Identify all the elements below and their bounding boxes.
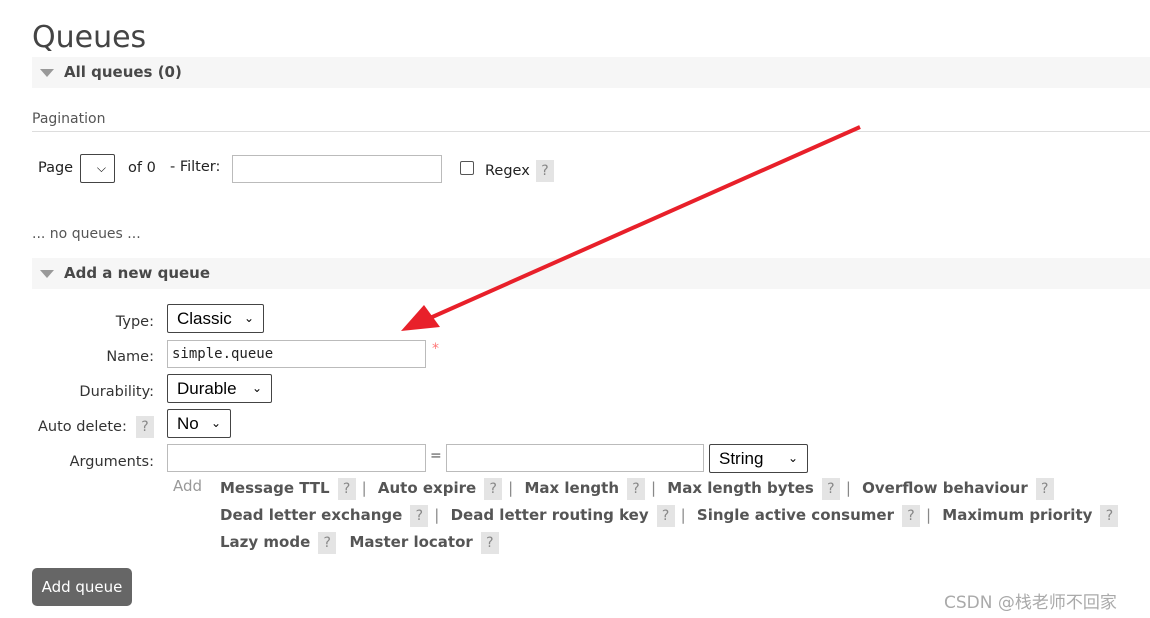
arrow-shaft — [429, 125, 861, 320]
watermark: CSDN @栈老师不回家 — [944, 593, 1117, 613]
annotation-arrow — [401, 125, 861, 331]
